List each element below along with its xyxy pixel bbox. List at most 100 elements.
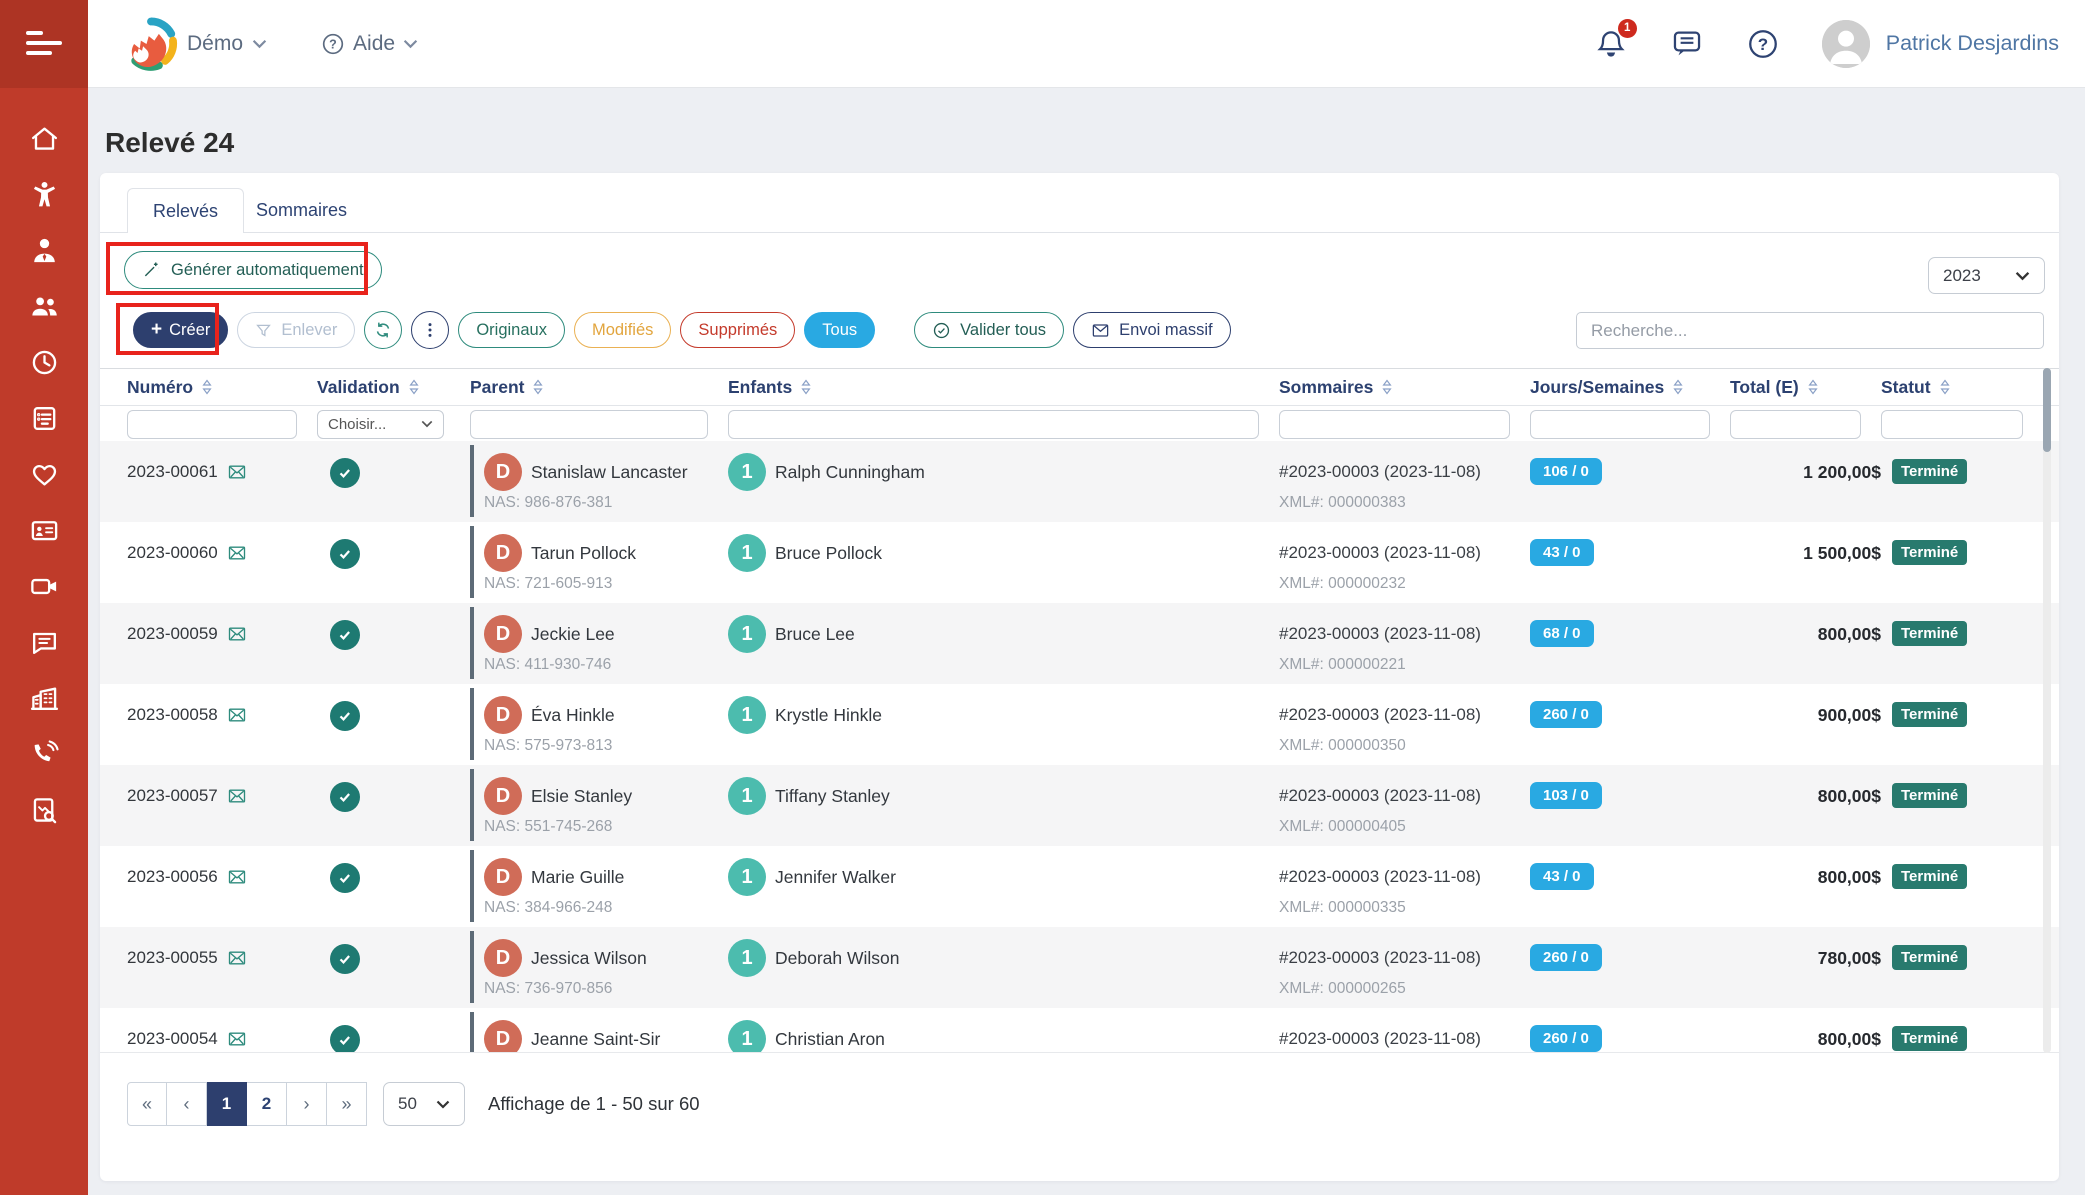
filter-deleted-button[interactable]: Supprimés	[680, 312, 795, 348]
column-header-numero[interactable]: Numéro	[127, 369, 317, 405]
envelope-icon[interactable]	[227, 948, 247, 968]
child-name: Bruce Lee	[775, 624, 855, 645]
more-options-button[interactable]	[411, 311, 449, 349]
envelope-icon[interactable]	[227, 786, 247, 806]
table-row[interactable]: 2023-00054 D Jeanne Saint-Sir 1 Christia…	[100, 1008, 2059, 1053]
year-select[interactable]: 2023	[1928, 257, 2045, 294]
table-row[interactable]: 2023-00057 D Elsie Stanley NAS: 551-745-…	[100, 765, 2059, 846]
column-header-parent[interactable]: Parent	[470, 369, 728, 405]
user-avatar[interactable]	[1822, 20, 1870, 68]
sidebar-item-reports[interactable]	[27, 794, 61, 826]
filter-sommaires-input[interactable]	[1279, 410, 1510, 439]
cell-jours-semaines: 260 / 0	[1530, 927, 1730, 1008]
kebab-menu-icon	[420, 320, 440, 340]
search-input[interactable]	[1576, 312, 2044, 349]
help-menu[interactable]: ? Aide	[321, 32, 418, 56]
sidebar-item-activities[interactable]	[27, 402, 61, 434]
column-header-validation[interactable]: Validation	[317, 369, 470, 405]
child-avatar: 1	[728, 777, 766, 815]
filter-total-input[interactable]	[1730, 410, 1861, 439]
pagination-last-button[interactable]: »	[327, 1082, 367, 1126]
filter-statut-input[interactable]	[1881, 410, 2023, 439]
parent-divider-bar	[470, 931, 474, 1003]
cell-enfants: 1 Christian Aron	[728, 1008, 1279, 1053]
cell-jours-semaines: 106 / 0	[1530, 441, 1730, 522]
validated-check-icon	[330, 539, 360, 569]
pagination-prev-button[interactable]: ‹	[167, 1082, 207, 1126]
filter-originals-button[interactable]: Originaux	[458, 312, 565, 348]
notifications-button[interactable]: 1	[1594, 27, 1628, 61]
cell-numero: 2023-00057	[127, 765, 317, 846]
parent-avatar: D	[484, 1020, 522, 1053]
envelope-icon[interactable]	[227, 1029, 247, 1049]
table-row[interactable]: 2023-00056 D Marie Guille NAS: 384-966-2…	[100, 846, 2059, 927]
sidebar-item-home[interactable]	[27, 122, 61, 154]
tab-sommaires[interactable]: Sommaires	[231, 188, 372, 233]
org-switcher[interactable]: Démo	[187, 32, 267, 56]
envelope-icon[interactable]	[227, 543, 247, 563]
child-avatar: 1	[728, 615, 766, 653]
column-header-total[interactable]: Total (E)	[1730, 369, 1881, 405]
validate-all-button[interactable]: Valider tous	[914, 312, 1064, 348]
user-name[interactable]: Patrick Desjardins	[1886, 31, 2059, 56]
filter-all-button[interactable]: Tous	[804, 312, 875, 348]
column-header-jours-semaines[interactable]: Jours/Semaines	[1530, 369, 1730, 405]
jours-badge: 103 / 0	[1530, 782, 1602, 809]
scrollbar-thumb[interactable]	[2043, 368, 2051, 452]
pagination-page-1-button[interactable]: 1	[207, 1082, 247, 1126]
cell-validation	[317, 927, 470, 1008]
tab-releves[interactable]: Relevés	[127, 188, 244, 233]
cell-total: 1 500,00$	[1730, 522, 1881, 603]
sidebar-item-parents[interactable]	[27, 290, 61, 322]
refresh-icon	[373, 320, 393, 340]
table-row[interactable]: 2023-00059 D Jeckie Lee NAS: 411-930-746…	[100, 603, 2059, 684]
app-logo-icon[interactable]	[124, 17, 178, 71]
column-header-sommaires[interactable]: Sommaires	[1279, 369, 1530, 405]
filter-numero-input[interactable]	[127, 410, 297, 439]
filter-validation-select[interactable]: Choisir...	[317, 410, 444, 439]
parent-avatar: D	[484, 777, 522, 815]
cell-sommaires: #2023-00003 (2023-11-08) XML#: 000000350	[1279, 684, 1530, 765]
status-badge: Terminé	[1892, 864, 1967, 889]
column-header-statut[interactable]: Statut	[1881, 369, 2043, 405]
table-row[interactable]: 2023-00058 D Éva Hinkle NAS: 575-973-813…	[100, 684, 2059, 765]
filter-enfants-input[interactable]	[728, 410, 1259, 439]
envelope-icon[interactable]	[227, 705, 247, 725]
generate-automatically-button[interactable]: Générer automatiquement	[124, 251, 382, 289]
table-row[interactable]: 2023-00055 D Jessica Wilson NAS: 736-970…	[100, 927, 2059, 1008]
hamburger-menu-button[interactable]	[0, 0, 88, 88]
svg-text:?: ?	[329, 37, 337, 51]
actions-toolbar: + Créer Enlever Originaux Modifiés Suppr…	[133, 311, 1231, 349]
sidebar-item-children[interactable]	[27, 178, 61, 210]
filter-modified-button[interactable]: Modifiés	[574, 312, 671, 348]
filter-parent-input[interactable]	[470, 410, 708, 439]
messages-button[interactable]	[1670, 27, 1704, 61]
sidebar-item-health[interactable]	[27, 458, 61, 490]
table-row[interactable]: 2023-00061 D Stanislaw Lancaster NAS: 98…	[100, 441, 2059, 522]
parent-name: Jeckie Lee	[531, 624, 615, 645]
pagination-summary: Affichage de 1 - 50 sur 60	[488, 1093, 700, 1115]
page-size-select[interactable]: 50	[383, 1082, 465, 1126]
envelope-icon[interactable]	[227, 462, 247, 482]
sidebar-item-staff[interactable]	[27, 234, 61, 266]
remove-button[interactable]: Enlever	[237, 312, 355, 348]
help-button[interactable]: ?	[1746, 27, 1780, 61]
sidebar-item-schedule[interactable]	[27, 346, 61, 378]
pagination-next-button[interactable]: ›	[287, 1082, 327, 1126]
pagination-first-button[interactable]: «	[127, 1082, 167, 1126]
table-row[interactable]: 2023-00060 D Tarun Pollock NAS: 721-605-…	[100, 522, 2059, 603]
envelope-icon[interactable]	[227, 624, 247, 644]
sidebar-item-video[interactable]	[27, 570, 61, 602]
mass-send-button[interactable]: Envoi massif	[1073, 312, 1231, 348]
create-button[interactable]: + Créer	[133, 312, 228, 348]
envelope-icon[interactable]	[227, 867, 247, 887]
sidebar-item-calls[interactable]	[27, 738, 61, 770]
refresh-button[interactable]	[364, 311, 402, 349]
validated-check-icon	[330, 701, 360, 731]
sidebar-item-id-cards[interactable]	[27, 514, 61, 546]
filter-jours-input[interactable]	[1530, 410, 1710, 439]
column-header-enfants[interactable]: Enfants	[728, 369, 1279, 405]
pagination-page-2-button[interactable]: 2	[247, 1082, 287, 1126]
sidebar-item-facilities[interactable]	[27, 682, 61, 714]
sidebar-item-messages[interactable]	[27, 626, 61, 658]
